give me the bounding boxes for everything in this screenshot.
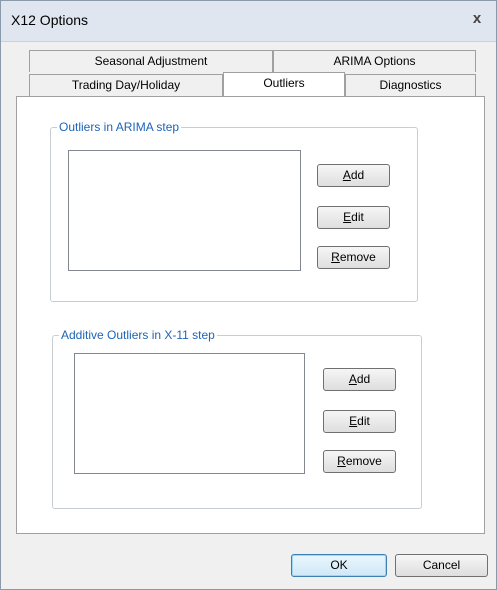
arima-add-button[interactable]: Add — [317, 164, 390, 187]
tab-label: Trading Day/Holiday — [71, 78, 181, 92]
accel-key: R — [337, 454, 346, 468]
x11-add-button[interactable]: Add — [323, 368, 396, 391]
window-title: X12 Options — [11, 12, 89, 28]
tab-outliers[interactable]: Outliers — [223, 72, 345, 96]
accel-key: A — [342, 168, 351, 182]
button-label: dd — [350, 168, 365, 182]
ok-button[interactable]: OK — [291, 554, 387, 577]
x11-edit-button[interactable]: Edit — [323, 410, 396, 433]
accel-key: A — [348, 372, 357, 386]
tab-label: ARIMA Options — [333, 54, 416, 68]
close-icon[interactable]: x — [468, 10, 486, 28]
title-bar[interactable]: X12 Options x — [1, 1, 496, 42]
tab-trading-day-holiday[interactable]: Trading Day/Holiday — [29, 74, 223, 96]
arima-remove-button[interactable]: Remove — [317, 246, 390, 269]
tab-label: Seasonal Adjustment — [94, 54, 208, 68]
button-label: dit — [351, 210, 364, 224]
group-label: Outliers in ARIMA step — [57, 120, 182, 134]
x11-outliers-group: Additive Outliers in X-11 step Add Edit … — [52, 328, 422, 509]
x11-outliers-list[interactable] — [74, 353, 305, 474]
arima-outliers-group: Outliers in ARIMA step Add Edit Remove — [50, 120, 418, 302]
tab-label: Diagnostics — [379, 78, 442, 92]
accel-key: E — [343, 210, 352, 224]
x12-options-dialog: X12 Options x Seasonal Adjustment ARIMA … — [0, 0, 497, 590]
x11-remove-button[interactable]: Remove — [323, 450, 396, 473]
outliers-tab-panel: Outliers in ARIMA step Add Edit Remove A… — [16, 96, 485, 534]
button-label: emove — [345, 454, 382, 468]
group-label: Additive Outliers in X-11 step — [59, 328, 217, 342]
accel-key: R — [331, 250, 340, 264]
button-label: dit — [357, 414, 370, 428]
arima-edit-button[interactable]: Edit — [317, 206, 390, 229]
arima-outliers-list[interactable] — [68, 150, 301, 271]
button-label: dd — [356, 372, 371, 386]
cancel-button[interactable]: Cancel — [395, 554, 488, 577]
tab-label: Outliers — [263, 76, 305, 90]
tab-diagnostics[interactable]: Diagnostics — [345, 74, 476, 96]
tab-arima-options[interactable]: ARIMA Options — [273, 50, 476, 72]
tab-seasonal-adjustment[interactable]: Seasonal Adjustment — [29, 50, 273, 72]
accel-key: E — [349, 414, 358, 428]
button-label: emove — [339, 250, 376, 264]
